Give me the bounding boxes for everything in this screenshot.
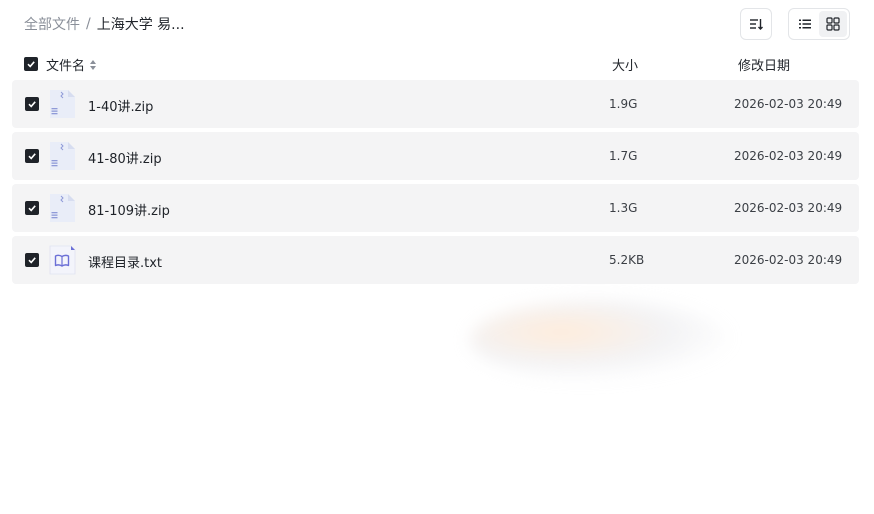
list-view-icon — [799, 19, 811, 29]
zip-file-icon — [50, 142, 75, 170]
breadcrumb-current-folder: 上海大学 易... — [96, 17, 185, 33]
top-bar: 全部文件 / 上海大学 易... — [0, 0, 874, 50]
file-name[interactable]: 课程目录.txt — [88, 252, 162, 271]
file-row[interactable]: 1-40讲.zip 1.9G 2026-02-03 20:49 — [12, 80, 859, 128]
checkmark-icon — [28, 205, 36, 212]
name-column-header[interactable]: 文件名 — [46, 55, 97, 74]
file-row[interactable]: 81-109讲.zip 1.3G 2026-02-03 20:49 — [12, 184, 859, 232]
zip-file-icon — [50, 194, 75, 222]
checkmark-icon — [27, 61, 35, 68]
sort-icon — [750, 19, 763, 30]
breadcrumb-root-link[interactable]: 全部文件 — [24, 14, 80, 34]
checkmark-icon — [28, 101, 36, 108]
breadcrumb: 全部文件 / 上海大学 易... — [24, 14, 185, 34]
file-name[interactable]: 41-80讲.zip — [88, 148, 162, 167]
text-file-icon — [49, 245, 76, 275]
file-size: 5.2KB — [609, 253, 645, 267]
checkmark-icon — [28, 153, 36, 160]
grid-view-button[interactable] — [819, 11, 847, 37]
file-list: 1-40讲.zip 1.9G 2026-02-03 20:49 41-80讲.z… — [12, 80, 859, 288]
file-row[interactable]: 课程目录.txt 5.2KB 2026-02-03 20:49 — [12, 236, 859, 284]
file-name[interactable]: 81-109讲.zip — [88, 200, 170, 219]
size-column-header: 大小 — [612, 59, 639, 74]
row-checkbox[interactable] — [25, 253, 39, 267]
file-name[interactable]: 1-40讲.zip — [88, 96, 153, 115]
list-view-button[interactable] — [791, 11, 819, 37]
sort-toggle-icon[interactable] — [89, 59, 97, 71]
file-row[interactable]: 41-80讲.zip 1.7G 2026-02-03 20:49 — [12, 132, 859, 180]
file-modified-date: 2026-02-03 20:49 — [734, 201, 843, 215]
file-size: 1.7G — [609, 149, 638, 163]
file-size: 1.9G — [609, 97, 638, 111]
date-column-header: 修改日期 — [738, 59, 791, 74]
file-modified-date: 2026-02-03 20:49 — [734, 149, 843, 163]
table-header: 文件名 大小 修改日期 — [12, 52, 859, 76]
file-modified-date: 2026-02-03 20:49 — [734, 97, 843, 111]
select-all-checkbox[interactable] — [24, 57, 38, 71]
view-toggle — [788, 8, 850, 40]
name-column-label: 文件名 — [46, 59, 86, 74]
row-checkbox[interactable] — [25, 149, 39, 163]
row-checkbox[interactable] — [25, 97, 39, 111]
grid-view-icon — [826, 17, 840, 31]
file-modified-date: 2026-02-03 20:49 — [734, 253, 843, 267]
zip-file-icon — [50, 90, 75, 118]
checkmark-icon — [28, 257, 36, 264]
file-size: 1.3G — [609, 201, 638, 215]
background-glow — [470, 300, 730, 380]
breadcrumb-separator: / — [86, 16, 91, 32]
row-checkbox[interactable] — [25, 201, 39, 215]
file-browser: 全部文件 / 上海大学 易... 文件名 大小 修改日期 1-40讲.zip 1… — [0, 0, 874, 514]
sort-button[interactable] — [740, 8, 772, 40]
